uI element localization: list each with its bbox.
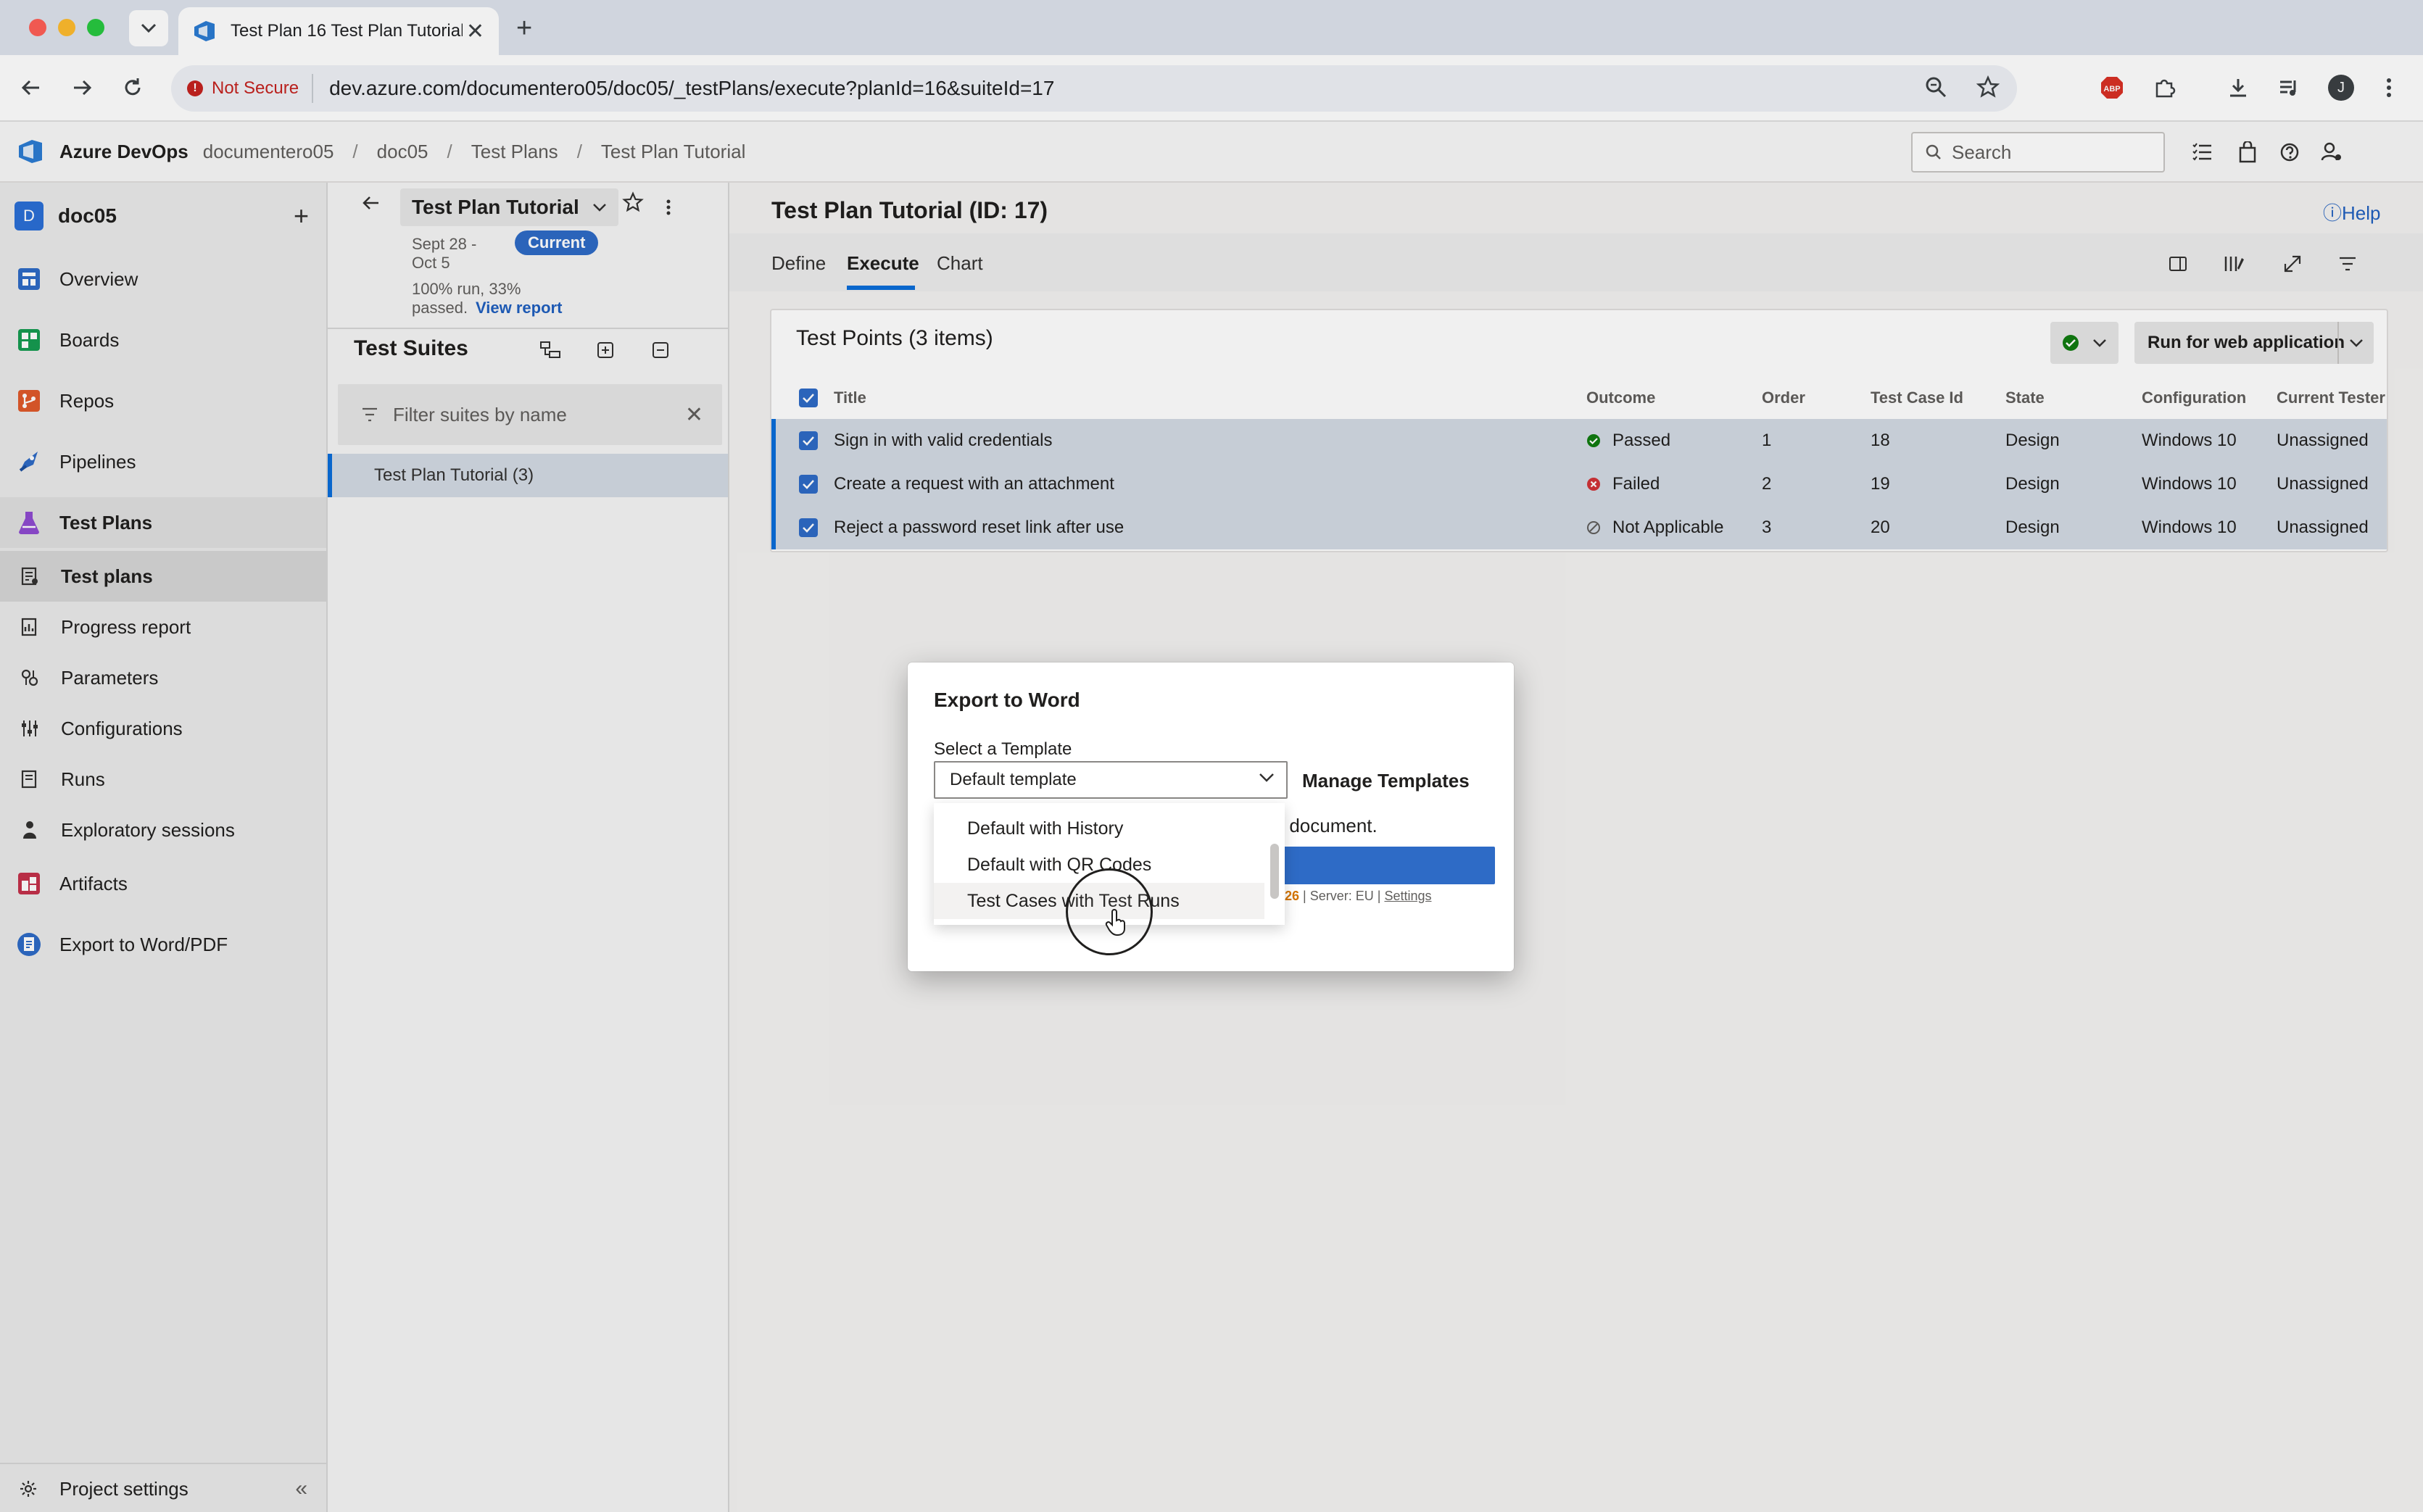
template-option[interactable]: Default with History <box>934 810 1264 847</box>
hand-cursor-icon <box>1105 909 1127 936</box>
settings-link[interactable]: Settings <box>1384 889 1431 903</box>
footer-server-text: | Server: EU | <box>1299 889 1385 903</box>
manage-templates-link[interactable]: Manage Templates <box>1302 770 1470 792</box>
dialog-footer: 026 | Server: EU | Settings <box>1277 889 1431 904</box>
dialog-title: Export to Word <box>934 689 1080 711</box>
chevron-down-icon <box>1259 773 1275 783</box>
template-selected-value: Default template <box>950 770 1077 789</box>
screen: Test Plan 16 Test Plan Tutorial ✕ + ! No… <box>0 0 2423 1512</box>
dropdown-scrollbar[interactable] <box>1270 844 1279 899</box>
template-label: Select a Template <box>934 739 1072 759</box>
template-select[interactable]: Default template <box>934 761 1288 799</box>
export-button[interactable] <box>1277 847 1495 884</box>
dialog-description: rd document. <box>1267 815 1485 837</box>
